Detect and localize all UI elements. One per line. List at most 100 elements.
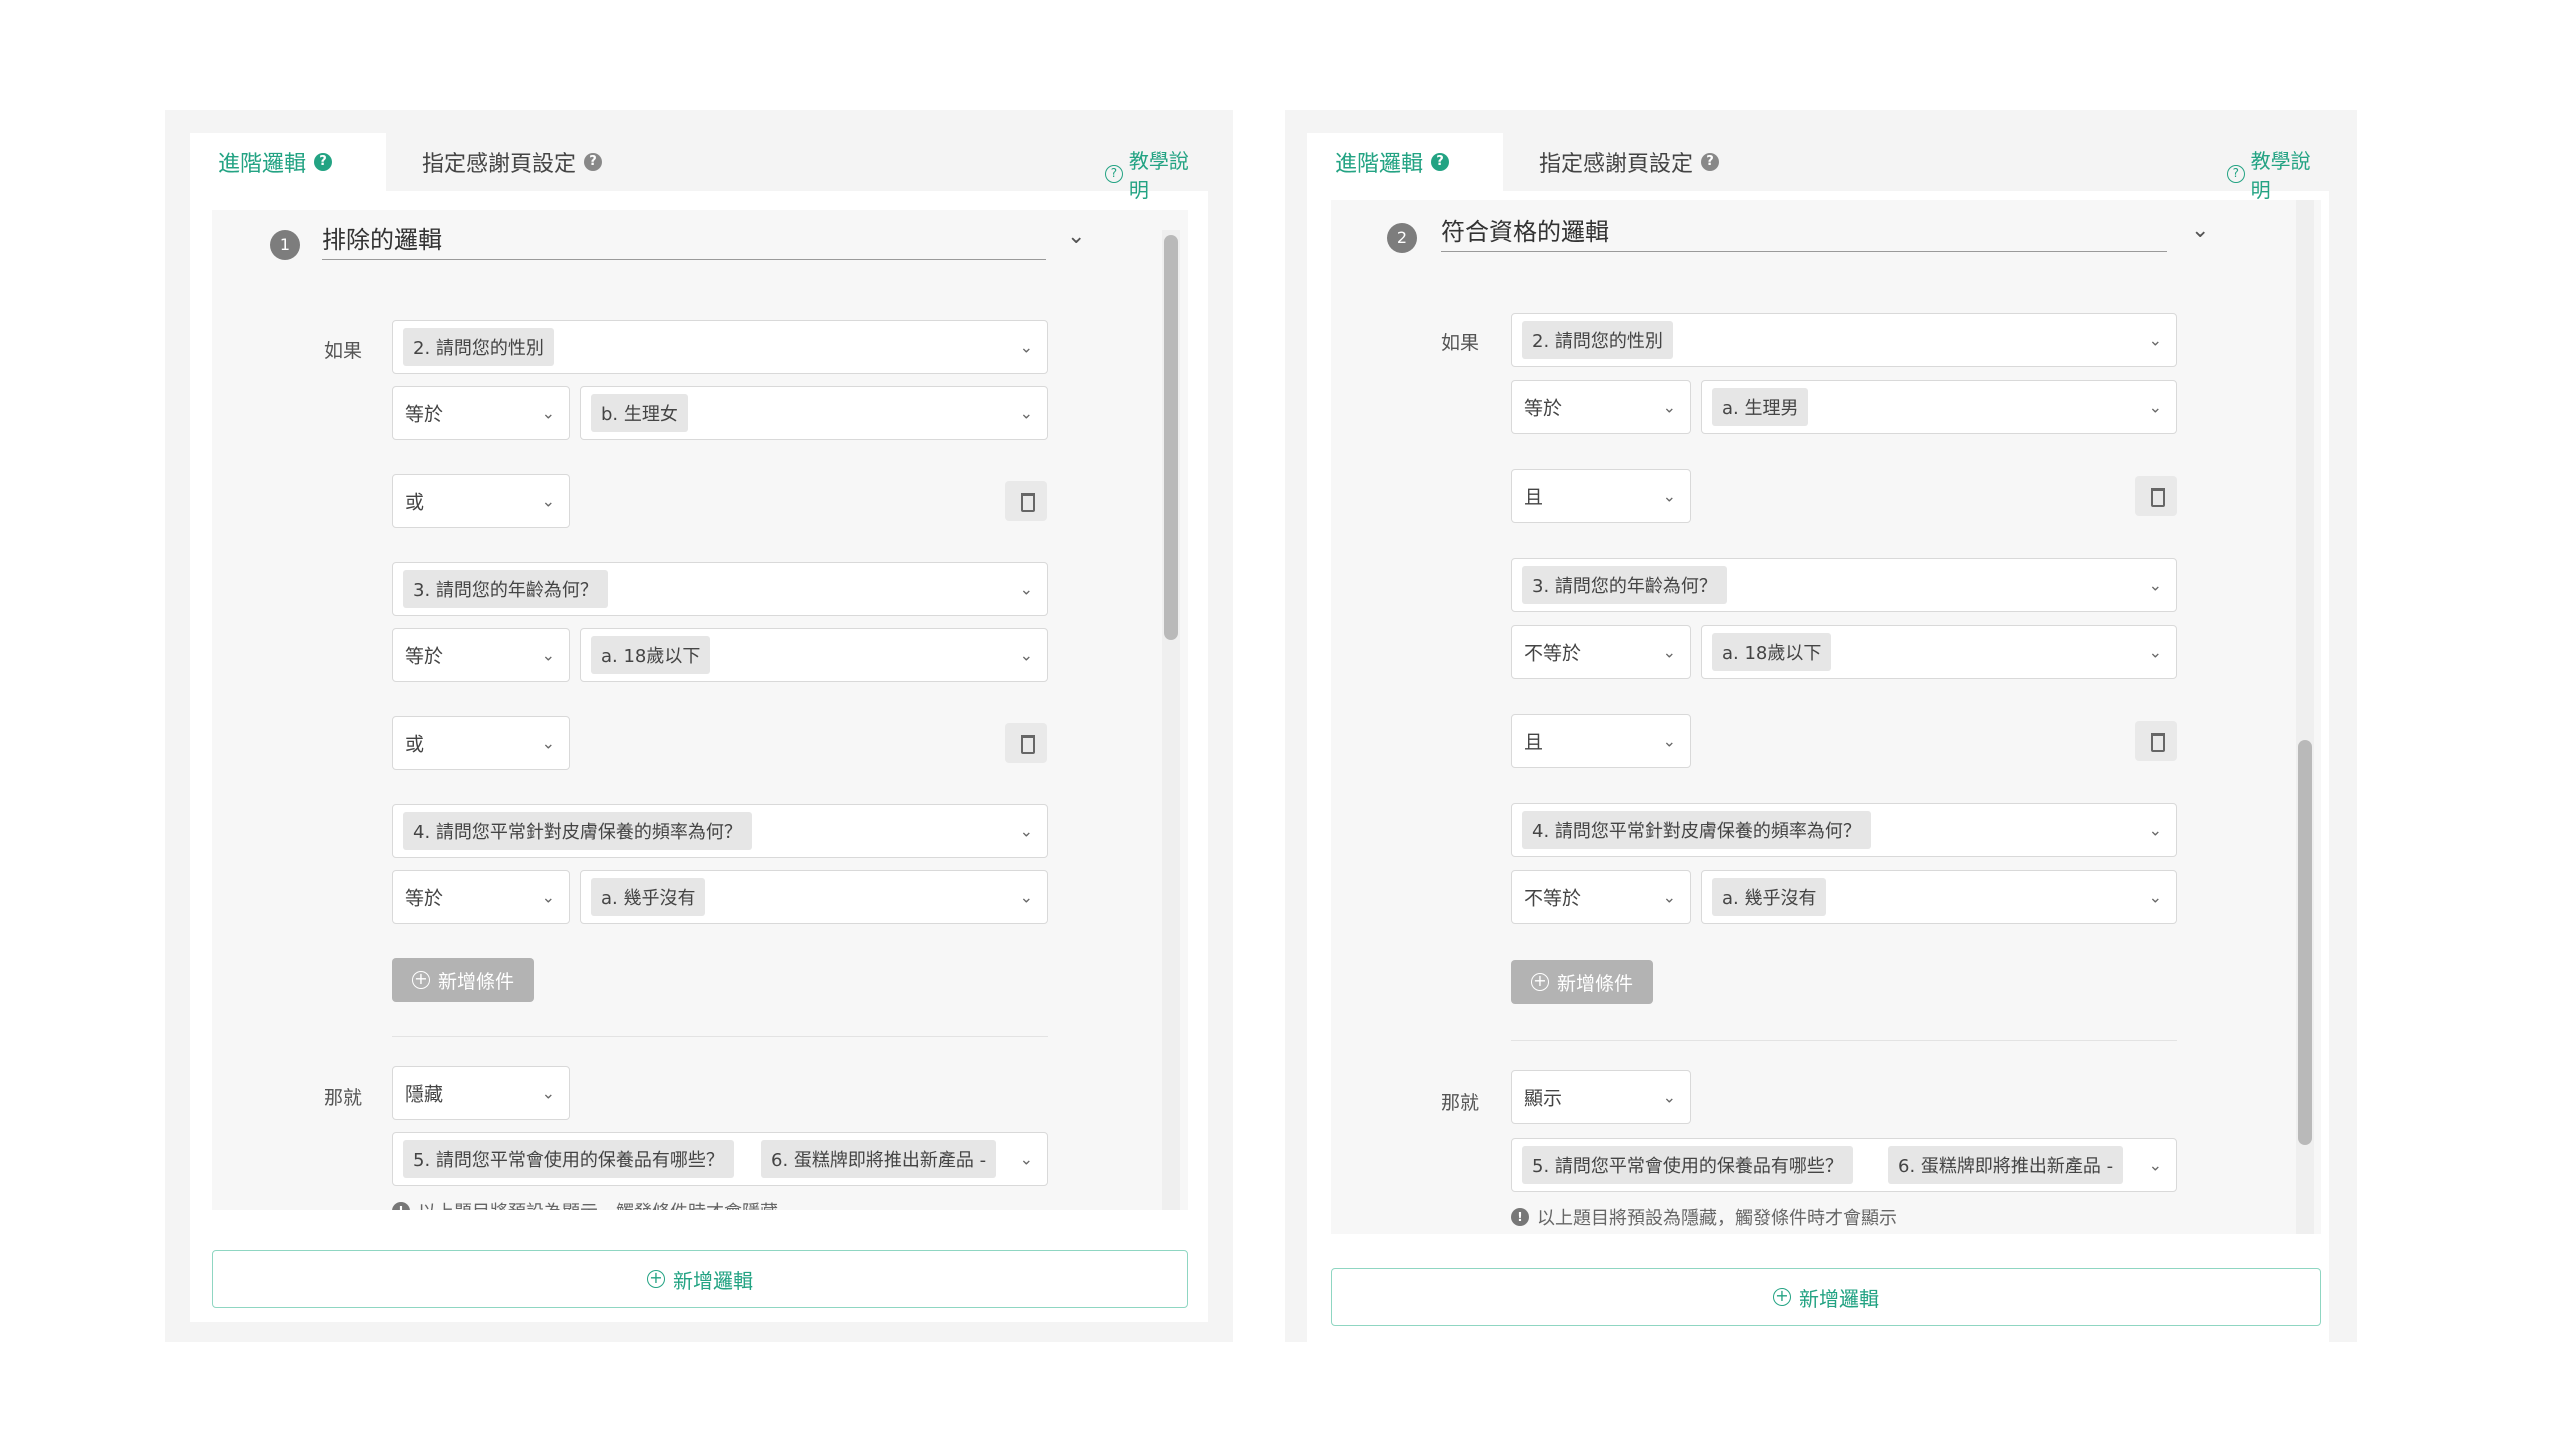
- operator-select[interactable]: 等於 ⌄: [392, 628, 570, 682]
- chevron-down-icon: ⌄: [541, 645, 555, 665]
- chevron-down-icon: ⌄: [1019, 645, 1033, 665]
- chevron-down-icon: ⌄: [2148, 330, 2162, 350]
- rule-title[interactable]: 排除的邏輯: [322, 220, 1046, 260]
- operator-select[interactable]: 等於 ⌄: [1511, 380, 1691, 434]
- question-tag: 2. 請問您的性別: [403, 328, 554, 366]
- operator-select[interactable]: 不等於 ⌄: [1511, 870, 1691, 924]
- add-logic-label: 新增邏輯: [673, 1268, 753, 1293]
- left-tab-bar: 進階邏輯 ? 指定感謝頁設定 ? ? 教學說明: [190, 125, 1208, 202]
- divider: [392, 1036, 1048, 1037]
- target-questions-select[interactable]: 5. 請問您平常會使用的保養品有哪些？ 6. 蛋糕牌即將推出新產品 - ⌄: [392, 1132, 1048, 1186]
- help-label: 教學說明: [1128, 149, 1189, 202]
- chevron-down-icon: ⌄: [1019, 579, 1033, 599]
- question-select[interactable]: 2. 請問您的性別 ⌄: [392, 320, 1048, 374]
- answer-select[interactable]: a. 18歲以下 ⌄: [1701, 625, 2177, 679]
- add-condition-button[interactable]: + 新增條件: [392, 958, 535, 1002]
- chevron-down-icon: ⌄: [1662, 1087, 1676, 1107]
- rule-title[interactable]: 符合資格的邏輯: [1441, 212, 2167, 252]
- question-select[interactable]: 3. 請問您的年齡為何？ ⌄: [1511, 558, 2177, 612]
- connector-select[interactable]: 且 ⌄: [1511, 469, 1691, 523]
- scrollbar[interactable]: [2298, 740, 2312, 1145]
- chevron-down-icon: ⌄: [541, 403, 555, 423]
- then-label: 那就: [324, 1087, 363, 1109]
- help-circle-icon: ?: [2227, 165, 2245, 183]
- rule-panel: 2 符合資格的邏輯 ⌄ 如果 2. 請問您的性別 ⌄ 等於 ⌄ a. 生理男 ⌄…: [1331, 200, 2321, 1234]
- answer-tag: a. 幾乎沒有: [591, 878, 706, 916]
- rule-number-badge: 1: [270, 230, 300, 260]
- target-questions-select[interactable]: 5. 請問您平常會使用的保養品有哪些？ 6. 蛋糕牌即將推出新產品 - ⌄: [1511, 1138, 2177, 1192]
- tab-advanced-logic[interactable]: 進階邏輯 ?: [190, 133, 386, 191]
- question-icon[interactable]: ?: [314, 153, 333, 171]
- operator-value: 等於: [405, 645, 444, 668]
- trash-icon[interactable]: [2135, 476, 2177, 516]
- tab-label: 指定感謝頁設定: [422, 152, 577, 177]
- operator-select[interactable]: 等於 ⌄: [392, 870, 570, 924]
- trash-icon[interactable]: [2135, 721, 2177, 761]
- info-icon: !: [1511, 1208, 1529, 1226]
- tab-thanks-page[interactable]: 指定感謝頁設定 ?: [394, 133, 630, 191]
- scrollbar[interactable]: [1164, 235, 1178, 640]
- right-card-inner: 進階邏輯 ? 指定感謝頁設定 ? ? 教學說明 2 符合資格的邏輯 ⌄ 如果 2…: [1307, 125, 2329, 1342]
- answer-select[interactable]: a. 生理男 ⌄: [1701, 380, 2177, 434]
- operator-select[interactable]: 等於 ⌄: [392, 386, 570, 440]
- help-link[interactable]: ? 教學說明: [1105, 145, 1208, 203]
- answer-tag: a. 幾乎沒有: [1712, 878, 1827, 916]
- then-label: 那就: [1441, 1092, 1480, 1114]
- chevron-down-icon: ⌄: [2148, 1155, 2162, 1175]
- operator-value: 等於: [405, 403, 444, 426]
- answer-tag: b. 生理女: [591, 394, 688, 432]
- connector-select[interactable]: 且 ⌄: [1511, 714, 1691, 768]
- question-select[interactable]: 4. 請問您平常針對皮膚保養的頻率為何？ ⌄: [392, 804, 1048, 858]
- add-logic-label: 新增邏輯: [1799, 1286, 1879, 1311]
- operator-select[interactable]: 不等於 ⌄: [1511, 625, 1691, 679]
- question-select[interactable]: 4. 請問您平常針對皮膚保養的頻率為何？ ⌄: [1511, 803, 2177, 857]
- tab-advanced-logic[interactable]: 進階邏輯 ?: [1307, 133, 1503, 191]
- answer-tag: a. 18歲以下: [591, 636, 711, 674]
- add-condition-button[interactable]: + 新增條件: [1511, 960, 1654, 1004]
- left-logic-card: 進階邏輯 ? 指定感謝頁設定 ? ? 教學說明 1 排除的邏輯 ⌄ 如果 2. …: [165, 110, 1233, 1342]
- chevron-down-icon: ⌄: [1019, 1149, 1033, 1169]
- if-label: 如果: [324, 340, 363, 362]
- add-condition-label: 新增條件: [438, 970, 515, 993]
- action-select[interactable]: 顯示 ⌄: [1511, 1070, 1691, 1124]
- question-select[interactable]: 2. 請問您的性別 ⌄: [1511, 313, 2177, 367]
- connector-value: 且: [1524, 486, 1544, 509]
- target-tag: 6. 蛋糕牌即將推出新產品 -: [1888, 1146, 2124, 1184]
- chevron-down-icon[interactable]: ⌄: [2191, 218, 2209, 243]
- action-select[interactable]: 隱藏 ⌄: [392, 1066, 570, 1120]
- target-tag: 5. 請問您平常會使用的保養品有哪些？: [403, 1140, 734, 1178]
- help-label: 教學說明: [2250, 149, 2311, 202]
- connector-select[interactable]: 或 ⌄: [392, 716, 570, 770]
- answer-tag: a. 生理男: [1712, 388, 1809, 426]
- hint-label: 以上題目將預設為顯示，觸發條件時才會隱藏: [418, 1198, 778, 1210]
- hint-label: 以上題目將預設為隱藏，觸發條件時才會顯示: [1537, 1208, 1897, 1229]
- answer-select[interactable]: a. 幾乎沒有 ⌄: [1701, 870, 2177, 924]
- question-select[interactable]: 3. 請問您的年齡為何？ ⌄: [392, 562, 1048, 616]
- chevron-down-icon: ⌄: [2148, 820, 2162, 840]
- connector-value: 且: [1524, 731, 1544, 754]
- question-tag: 2. 請問您的性別: [1522, 321, 1673, 359]
- rule-panel: 1 排除的邏輯 ⌄ 如果 2. 請問您的性別 ⌄ 等於 ⌄ b. 生理女 ⌄ 或…: [212, 210, 1188, 1210]
- connector-value: 或: [405, 733, 425, 756]
- question-tag: 4. 請問您平常針對皮膚保養的頻率為何？: [403, 812, 752, 850]
- trash-icon[interactable]: [1005, 723, 1047, 763]
- plus-circle-icon: +: [647, 1270, 665, 1288]
- help-link[interactable]: ? 教學說明: [2227, 145, 2329, 203]
- trash-icon[interactable]: [1005, 481, 1047, 521]
- chevron-down-icon: ⌄: [1019, 403, 1033, 423]
- chevron-down-icon: ⌄: [541, 1083, 555, 1103]
- question-icon[interactable]: ?: [584, 153, 603, 171]
- tab-thanks-page[interactable]: 指定感謝頁設定 ?: [1511, 133, 1747, 191]
- hint-text: ! 以上題目將預設為顯示，觸發條件時才會隱藏: [392, 1198, 778, 1210]
- add-logic-button[interactable]: + 新增邏輯: [1331, 1268, 2321, 1326]
- chevron-down-icon[interactable]: ⌄: [1067, 224, 1085, 249]
- connector-select[interactable]: 或 ⌄: [392, 474, 570, 528]
- question-icon[interactable]: ?: [1701, 153, 1720, 171]
- answer-select[interactable]: a. 幾乎沒有 ⌄: [580, 870, 1048, 924]
- add-logic-button[interactable]: + 新增邏輯: [212, 1250, 1188, 1308]
- tab-label: 進階邏輯: [218, 152, 307, 177]
- answer-select[interactable]: b. 生理女 ⌄: [580, 386, 1048, 440]
- right-logic-card: 進階邏輯 ? 指定感謝頁設定 ? ? 教學說明 2 符合資格的邏輯 ⌄ 如果 2…: [1285, 110, 2357, 1342]
- answer-select[interactable]: a. 18歲以下 ⌄: [580, 628, 1048, 682]
- question-icon[interactable]: ?: [1431, 153, 1450, 171]
